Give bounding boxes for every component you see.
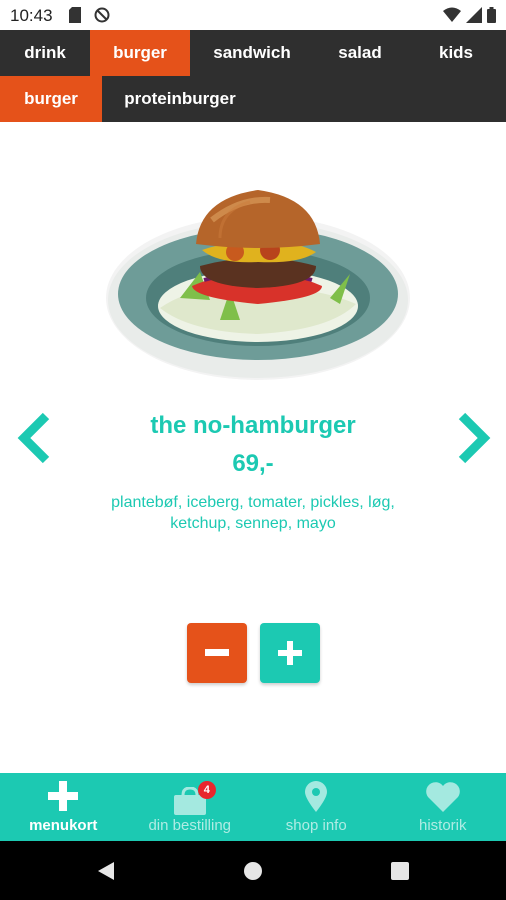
minus-icon bbox=[205, 649, 229, 656]
tab-salad[interactable]: salad bbox=[314, 30, 406, 76]
increase-quantity-button[interactable] bbox=[260, 623, 320, 683]
nav-label: historik bbox=[418, 817, 467, 834]
cart-count-badge: 4 bbox=[197, 781, 216, 799]
product-name: the no-hamburger bbox=[150, 412, 356, 439]
home-icon[interactable] bbox=[243, 861, 263, 886]
product-price: 69,- bbox=[232, 450, 274, 477]
map-pin-icon bbox=[304, 781, 328, 818]
plus-icon bbox=[278, 641, 302, 665]
product-description: plantebøf, iceberg, tomater, pickles, lø… bbox=[80, 492, 426, 534]
system-navigation-bar bbox=[0, 841, 506, 900]
product-image bbox=[106, 190, 410, 380]
wifi-icon bbox=[443, 7, 461, 28]
subtab-proteinburger[interactable]: proteinburger bbox=[102, 76, 258, 122]
tab-burger[interactable]: burger bbox=[90, 30, 190, 76]
nav-historik[interactable]: historik bbox=[380, 773, 506, 841]
signal-icon bbox=[466, 7, 482, 28]
plus-icon bbox=[48, 781, 79, 816]
nav-label: din bestilling bbox=[148, 817, 232, 834]
previous-arrow-icon[interactable] bbox=[16, 412, 56, 464]
bottom-navigation: menukort 4 din bestilling shop info hist… bbox=[0, 773, 506, 841]
recent-apps-icon[interactable] bbox=[390, 861, 410, 886]
nav-menukort[interactable]: menukort bbox=[0, 773, 127, 841]
description-line: ketchup, sennep, mayo bbox=[170, 515, 336, 532]
nav-label: shop info bbox=[285, 817, 347, 834]
sd-card-icon bbox=[68, 7, 82, 28]
next-arrow-icon[interactable] bbox=[452, 412, 492, 464]
description-line: plantebøf, iceberg, tomater, pickles, lø… bbox=[111, 494, 395, 511]
do-not-disturb-icon bbox=[94, 7, 110, 28]
category-tab-bar: drink burger sandwich salad kids bbox=[0, 30, 506, 76]
tab-kids[interactable]: kids bbox=[406, 30, 506, 76]
back-icon[interactable] bbox=[96, 861, 116, 886]
nav-label: menukort bbox=[29, 817, 98, 834]
decrease-quantity-button[interactable] bbox=[187, 623, 247, 683]
nav-din-bestilling[interactable]: 4 din bestilling bbox=[127, 773, 254, 841]
tab-sandwich[interactable]: sandwich bbox=[190, 30, 314, 76]
status-bar: 10:43 bbox=[0, 0, 506, 30]
battery-icon bbox=[487, 7, 496, 28]
heart-icon bbox=[425, 781, 461, 818]
status-time: 10:43 bbox=[10, 6, 53, 25]
subtab-burger[interactable]: burger bbox=[0, 76, 102, 122]
tab-drink[interactable]: drink bbox=[0, 30, 90, 76]
nav-shop-info[interactable]: shop info bbox=[253, 773, 380, 841]
subcategory-tab-bar: burger proteinburger bbox=[0, 76, 506, 122]
